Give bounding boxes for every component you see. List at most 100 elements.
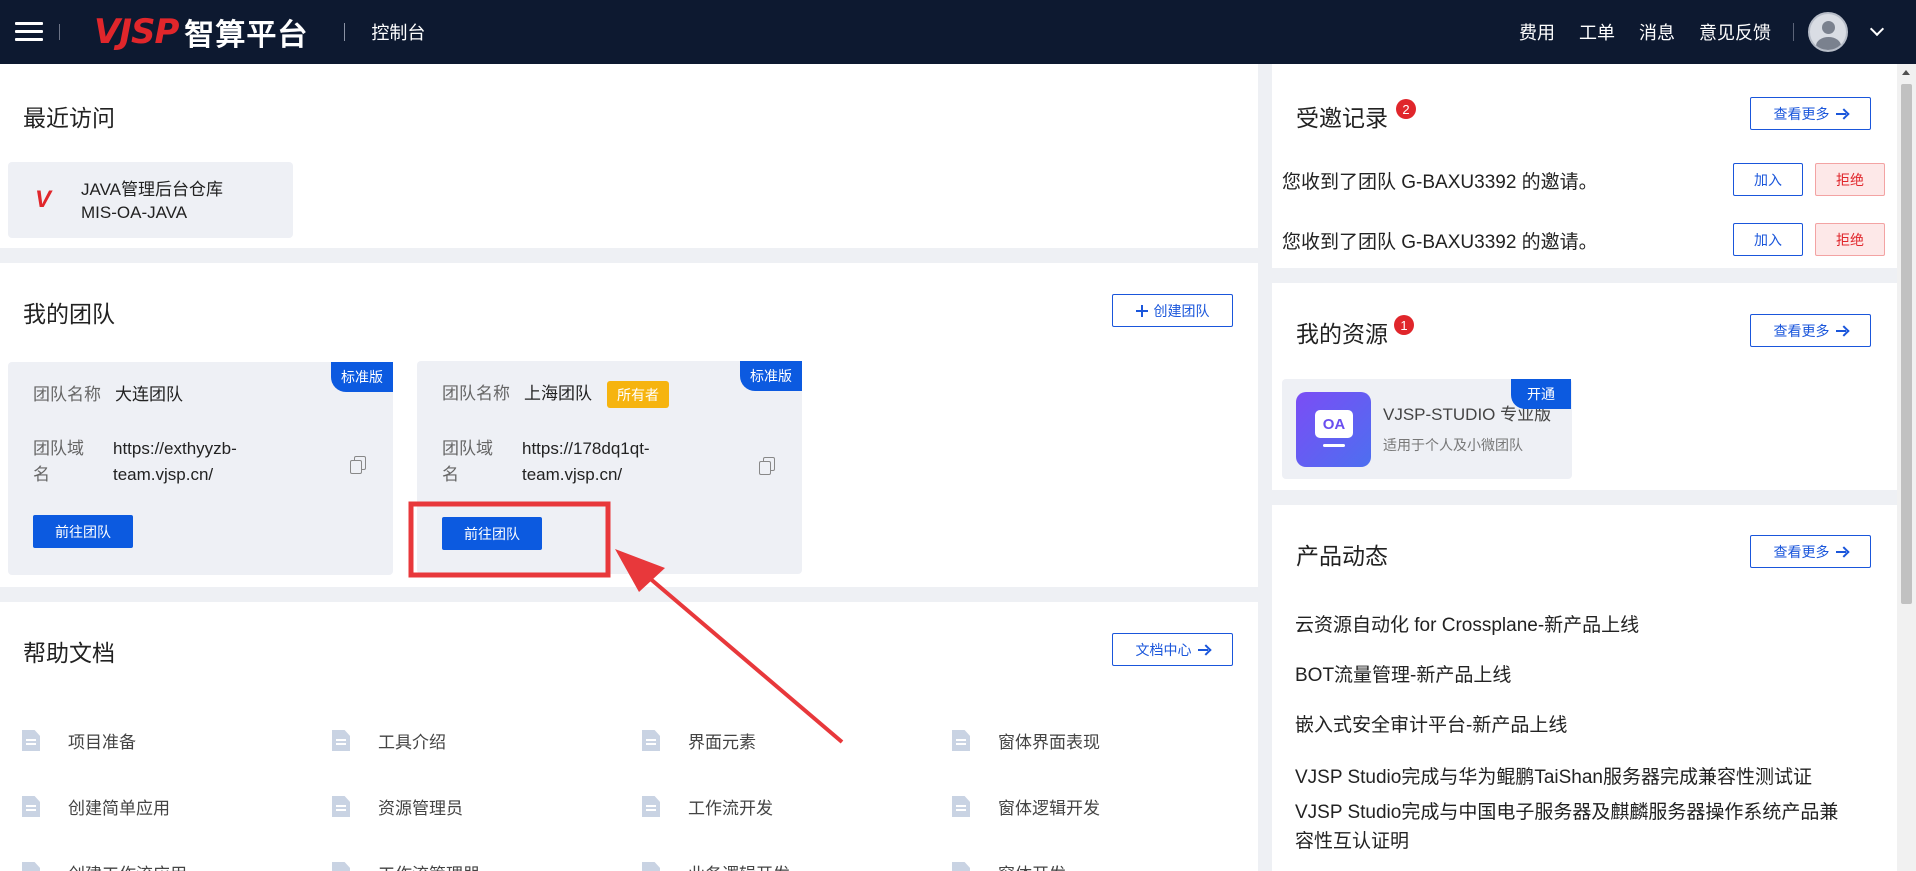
oa-app-icon-text: OA [1315,410,1353,438]
doc-link-label: 窗体逻辑开发 [998,799,1100,818]
doc-link-label: 创建简单应用 [68,799,170,818]
doc-link-label: 创建工作流应用 [68,860,187,871]
team-domain: team.vjsp.cn/ [113,465,214,484]
resources-title: 我的资源 [1296,321,1388,347]
doc-center-label: 文档中心 [1135,641,1192,658]
team-name-label: 团队名称 [33,385,101,404]
create-team-button[interactable]: 创建团队 [1112,294,1233,327]
news-title: 产品动态 [1296,543,1388,569]
invites-card: 受邀记录 2 查看更多 您收到了团队 G-BAXU3392 的邀请。 加入 拒绝… [1272,64,1897,268]
doc-link[interactable]: 业务逻辑开发 [642,860,790,871]
more-label: 查看更多 [1773,105,1830,122]
go-to-team-button[interactable]: 前往团队 [33,515,133,548]
plus-icon [1135,304,1148,317]
resources-more-button[interactable]: 查看更多 [1750,314,1871,347]
document-icon [22,796,40,817]
doc-link[interactable]: 工具介绍 [332,728,446,753]
team-card: 标准版 团队名称 上海团队 所有者 团队域 名 https://178dq1qt… [417,361,802,574]
doc-link[interactable]: 创建工作流应用 [22,860,187,871]
recent-visits-title: 最近访问 [23,105,115,131]
team-name-label: 团队名称 [442,384,510,403]
recent-visits-card: 最近访问 V JAVA管理后台仓库 MIS-OA-JAVA [0,64,1258,248]
arrow-right-icon [1197,645,1210,655]
top-navbar: VJSP 智算平台 控制台 费用 工单 消息 意见反馈 [0,0,1916,64]
invites-more-button[interactable]: 查看更多 [1750,97,1871,130]
nav-link-messages[interactable]: 消息 [1639,19,1675,45]
doc-link-label: 业务逻辑开发 [688,860,790,871]
user-avatar-icon[interactable] [1808,12,1848,52]
doc-link-label: 工作流管理器 [378,860,480,871]
doc-link[interactable]: 工作流开发 [642,794,773,819]
invite-message: 您收到了团队 G-BAXU3392 的邀请。 [1282,172,1598,193]
scrollbar-thumb[interactable] [1901,84,1912,604]
edition-ribbon: 标准版 [740,361,802,391]
document-icon [642,730,660,751]
invites-title: 受邀记录 [1296,105,1388,131]
arrow-right-icon [1835,326,1848,336]
doc-link-label: 项目准备 [68,733,136,752]
logo[interactable]: VJSP 智算平台 [94,10,308,54]
news-item[interactable]: 容性互认证明 [1295,826,1409,853]
doc-center-button[interactable]: 文档中心 [1112,633,1233,666]
team-domain-label: 团队域 [442,439,493,458]
edition-ribbon: 标准版 [331,362,393,392]
nav-link-tickets[interactable]: 工单 [1579,19,1615,45]
doc-link-label: 窗体开发 [998,860,1066,871]
app-logo-icon: V [35,186,52,213]
scroll-up-icon[interactable] [1902,70,1910,75]
document-icon [642,862,660,871]
copy-icon[interactable] [350,456,366,474]
team-domain-label: 团队域 [33,439,84,458]
news-more-button[interactable]: 查看更多 [1750,535,1871,568]
page-scrollbar[interactable] [1897,64,1916,871]
doc-link[interactable]: 界面元素 [642,728,756,753]
resource-count-badge: 1 [1394,315,1414,335]
doc-link-label: 工具介绍 [378,733,446,752]
console-link[interactable]: 控制台 [371,19,425,45]
hamburger-menu-icon[interactable] [15,21,43,43]
create-team-label: 创建团队 [1153,302,1210,319]
doc-link-label: 工作流开发 [688,799,773,818]
recent-item-code: MIS-OA-JAVA [81,203,188,222]
document-icon [952,862,970,871]
recent-item[interactable]: V JAVA管理后台仓库 MIS-OA-JAVA [8,162,293,238]
news-item[interactable]: 云资源自动化 for Crossplane-新产品上线 [1295,610,1639,637]
resource-desc: 适用于个人及小微团队 [1383,437,1523,453]
logo-text: 智算平台 [184,19,309,52]
doc-link[interactable]: 创建简单应用 [22,794,170,819]
join-button[interactable]: 加入 [1733,163,1803,196]
team-domain-label: 名 [33,465,50,484]
invite-message: 您收到了团队 G-BAXU3392 的邀请。 [1282,232,1598,253]
team-name: 上海团队 [524,384,592,403]
team-domain-label: 名 [442,465,459,484]
doc-link[interactable]: 窗体逻辑开发 [952,794,1100,819]
news-item[interactable]: 嵌入式安全审计平台-新产品上线 [1295,710,1567,737]
team-domain: team.vjsp.cn/ [522,465,623,484]
copy-icon[interactable] [759,457,775,475]
chevron-down-icon[interactable] [1869,21,1885,37]
my-teams-title: 我的团队 [23,301,115,327]
reject-button[interactable]: 拒绝 [1815,163,1885,196]
doc-link[interactable]: 窗体界面表现 [952,728,1100,753]
doc-link-label: 窗体界面表现 [998,733,1100,752]
doc-link-label: 界面元素 [688,733,756,752]
join-button[interactable]: 加入 [1733,223,1803,256]
doc-link[interactable]: 工作流管理器 [332,860,480,871]
my-teams-card: 我的团队 创建团队 标准版 团队名称 大连团队 团队域 名 https://ex… [0,263,1258,587]
doc-link[interactable]: 资源管理员 [332,794,463,819]
doc-link[interactable]: 窗体开发 [952,860,1066,871]
doc-link[interactable]: 项目准备 [22,728,136,753]
document-icon [952,796,970,817]
document-icon [22,862,40,871]
go-to-team-button[interactable]: 前往团队 [442,517,542,550]
news-item[interactable]: VJSP Studio完成与中国电子服务器及麒麟服务器操作系统产品兼 [1295,797,1838,824]
nav-link-fees[interactable]: 费用 [1519,19,1555,45]
news-item[interactable]: VJSP Studio完成与华为鲲鹏TaiShan服务器完成兼容性测试证 [1295,762,1812,789]
arrow-right-icon [1835,547,1848,557]
oa-app-icon: OA [1296,392,1371,467]
document-icon [22,730,40,751]
reject-button[interactable]: 拒绝 [1815,223,1885,256]
document-icon [332,796,350,817]
nav-link-feedback[interactable]: 意见反馈 [1699,19,1771,45]
news-item[interactable]: BOT流量管理-新产品上线 [1295,660,1511,687]
